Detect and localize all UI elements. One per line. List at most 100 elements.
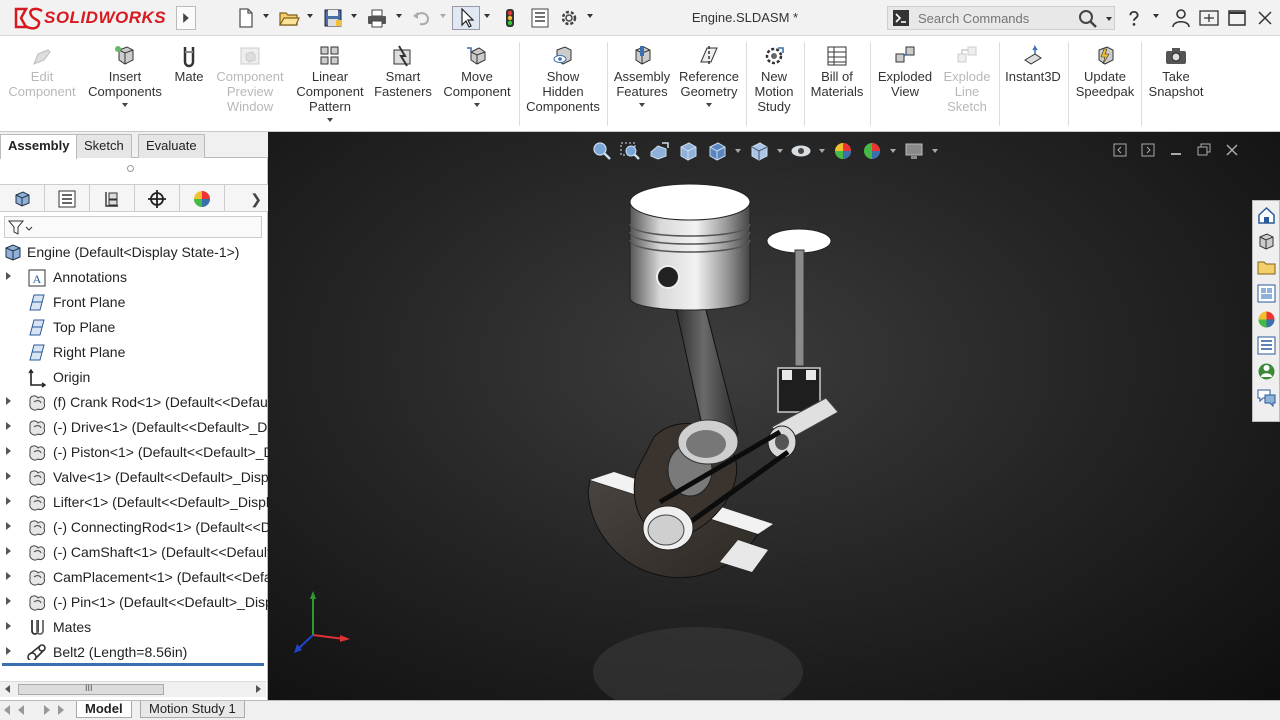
linear-component-pattern-button[interactable]: Linear Component Pattern	[290, 44, 370, 122]
apply-scene-icon[interactable]	[861, 140, 883, 162]
tree-item[interactable]: Lifter<1> (Default<<Default>_Displ	[0, 490, 268, 515]
tree-item[interactable]: (f) Crank Rod<1> (Default<<Defaul	[0, 390, 268, 415]
feature-manager-tab[interactable]	[0, 185, 45, 212]
tab-sketch[interactable]: Sketch	[76, 134, 132, 158]
update-speedpak-button[interactable]: Update Speedpak	[1072, 44, 1138, 99]
move-component-button[interactable]: Move Component	[438, 44, 516, 107]
tree-item[interactable]: Top Plane	[0, 315, 268, 340]
solidworks-logo[interactable]: SOLIDWORKS	[12, 4, 172, 32]
search-icon[interactable]	[1078, 9, 1098, 29]
view-settings-dropdown[interactable]	[932, 149, 938, 153]
design-library-icon[interactable]	[1256, 231, 1277, 252]
first-tab-arrow[interactable]	[4, 705, 10, 715]
edit-appearance-icon[interactable]	[832, 140, 854, 162]
expand-arrow-icon[interactable]	[6, 547, 11, 555]
view-palette-icon[interactable]	[1256, 283, 1277, 304]
print-button[interactable]	[364, 6, 390, 30]
scroll-right-arrow[interactable]	[256, 685, 261, 693]
mate-button[interactable]: Mate	[168, 44, 210, 84]
search-commands-box[interactable]	[887, 6, 1115, 30]
previous-tab-arrow[interactable]	[18, 705, 24, 715]
tree-item[interactable]: Mates	[0, 615, 268, 640]
expand-arrow-icon[interactable]	[6, 497, 11, 505]
hide-show-items-icon[interactable]	[790, 140, 812, 162]
zoom-to-area-icon[interactable]	[619, 140, 641, 162]
new-document-button[interactable]	[234, 6, 258, 30]
more-tabs-arrow[interactable]: ❯	[250, 191, 262, 208]
apply-scene-dropdown[interactable]	[890, 149, 896, 153]
file-properties-button[interactable]	[528, 6, 552, 30]
graphics-area[interactable]	[268, 132, 1280, 700]
property-manager-tab[interactable]	[45, 185, 90, 212]
feature-tree-filter[interactable]	[4, 216, 262, 238]
engine-model[interactable]	[268, 132, 1280, 700]
tree-item[interactable]: (-) Pin<1> (Default<<Default>_Disp	[0, 590, 268, 615]
tab-evaluate[interactable]: Evaluate	[138, 134, 205, 158]
tree-item[interactable]: Belt2 (Length=8.56in)	[0, 640, 268, 660]
viewport-close-icon[interactable]	[1224, 142, 1240, 158]
instant3d-button[interactable]: Instant3D	[1002, 44, 1064, 84]
last-tab-arrow[interactable]	[58, 705, 64, 715]
restore-button[interactable]	[1226, 6, 1248, 30]
select-button[interactable]	[452, 6, 480, 30]
expand-arrow-icon[interactable]	[6, 647, 11, 655]
show-hidden-components-button[interactable]: Show Hidden Components	[524, 44, 602, 114]
tree-item[interactable]: Right Plane	[0, 340, 268, 365]
solidworks-forum-icon[interactable]	[1256, 361, 1277, 382]
explode-line-sketch-button[interactable]: Explode Line Sketch	[938, 44, 996, 114]
view-orientation-icon[interactable]	[706, 140, 728, 162]
assembly-features-button[interactable]: Assembly Features	[612, 44, 672, 107]
home-icon[interactable]	[1256, 205, 1277, 226]
close-button[interactable]	[1254, 6, 1276, 30]
tab-assembly[interactable]: Assembly	[0, 134, 78, 159]
expand-arrow-icon[interactable]	[6, 572, 11, 580]
expand-arrow-icon[interactable]	[6, 522, 11, 530]
panel-splitter-handle[interactable]	[127, 165, 134, 172]
display-style-icon[interactable]	[748, 140, 770, 162]
dimxpert-manager-tab[interactable]	[135, 185, 180, 212]
expand-arrow-icon[interactable]	[6, 397, 11, 405]
viewport-minimize-icon[interactable]	[1168, 142, 1184, 158]
expand-arrow-icon[interactable]	[6, 597, 11, 605]
component-preview-window-button[interactable]: Component Preview Window	[212, 44, 288, 114]
valve-head[interactable]	[766, 228, 832, 254]
expand-arrow-icon[interactable]	[6, 272, 11, 280]
tree-item[interactable]: (-) Drive<1> (Default<<Default>_Di	[0, 415, 268, 440]
expand-arrow-icon[interactable]	[6, 472, 11, 480]
next-tab-arrow[interactable]	[44, 705, 50, 715]
viewport-restore-icon[interactable]	[1196, 142, 1212, 158]
scroll-left-arrow[interactable]	[5, 685, 10, 693]
tab-motion-study-1[interactable]: Motion Study 1	[140, 701, 245, 718]
minimize-button[interactable]	[1198, 6, 1220, 30]
help-button[interactable]	[1124, 6, 1144, 30]
tree-item[interactable]: (-) ConnectingRod<1> (Default<<D	[0, 515, 268, 540]
tree-item[interactable]: (-) CamShaft<1> (Default<<Default	[0, 540, 268, 565]
view-settings-icon[interactable]	[903, 140, 925, 162]
insert-components-button[interactable]: Insert Components	[84, 44, 166, 107]
undo-button[interactable]	[408, 6, 434, 30]
take-snapshot-button[interactable]: Take Snapshot	[1144, 44, 1208, 99]
options-button[interactable]	[556, 6, 582, 30]
user-button[interactable]	[1170, 6, 1192, 30]
open-button[interactable]	[276, 6, 302, 30]
previous-view-icon[interactable]	[648, 140, 670, 162]
bill-of-materials-button[interactable]: Bill of Materials	[808, 44, 866, 99]
rebuild-button[interactable]	[498, 6, 522, 30]
expand-arrow-icon[interactable]	[6, 422, 11, 430]
configuration-manager-tab[interactable]	[90, 185, 135, 212]
edit-component-button[interactable]: Edit Component	[4, 44, 80, 99]
new-motion-study-button[interactable]: New Motion Study	[750, 44, 798, 114]
save-button[interactable]	[320, 6, 346, 30]
hide-show-items-dropdown[interactable]	[819, 149, 825, 153]
search-input[interactable]	[918, 10, 1068, 26]
tree-item[interactable]: Origin	[0, 365, 268, 390]
display-manager-tab[interactable]	[180, 185, 225, 212]
view-orientation-dropdown[interactable]	[735, 149, 741, 153]
comments-icon[interactable]	[1256, 387, 1277, 408]
expand-menu-button[interactable]	[176, 6, 196, 30]
section-view-icon[interactable]	[677, 140, 699, 162]
tree-item[interactable]: Valve<1> (Default<<Default>_Displ	[0, 465, 268, 490]
tree-horizontal-scrollbar[interactable]: III	[0, 681, 266, 697]
tree-root-engine[interactable]: Engine (Default<Display State-1>)	[0, 240, 268, 265]
rollback-bar[interactable]	[2, 663, 264, 666]
